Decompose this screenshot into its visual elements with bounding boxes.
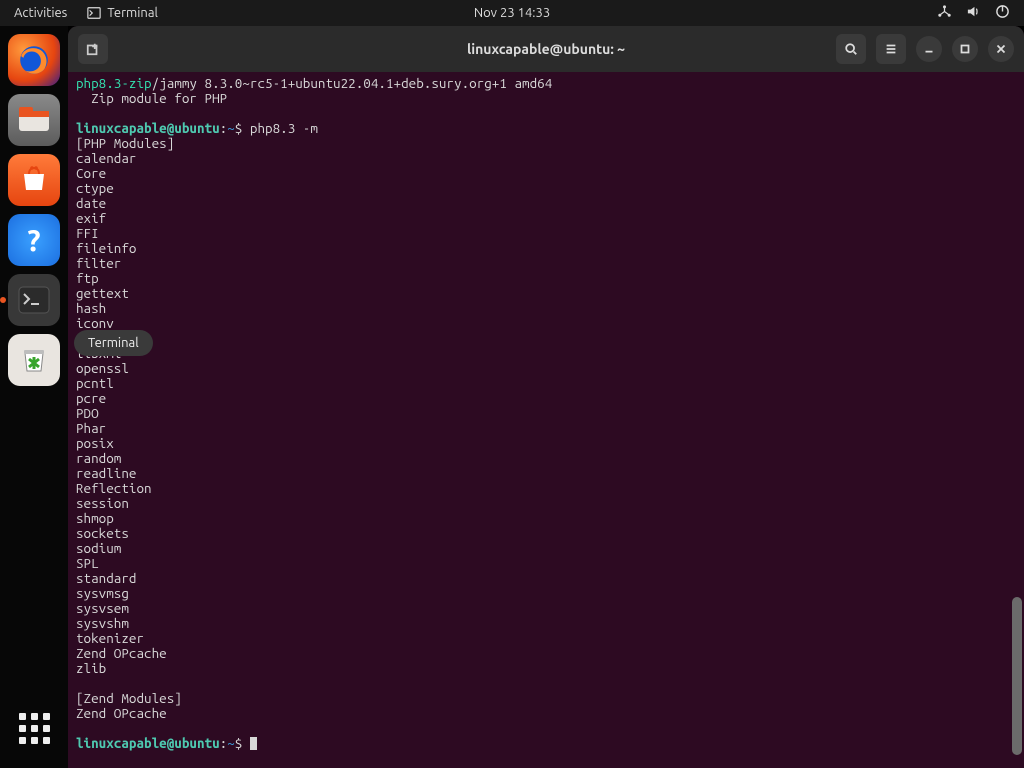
module-line: ftp	[76, 271, 1016, 286]
module-line: gettext	[76, 286, 1016, 301]
prompt-line-1: linuxcapable@ubuntu:~$ php8.3 -m	[76, 121, 1016, 136]
gnome-top-bar: Activities Terminal Nov 23 14:33	[0, 0, 1024, 26]
module-line: sysvmsg	[76, 586, 1016, 601]
module-line: Reflection	[76, 481, 1016, 496]
module-line: sysvshm	[76, 616, 1016, 631]
show-applications[interactable]	[8, 702, 60, 754]
module-line: tokenizer	[76, 631, 1016, 646]
zend-module-line: Zend OPcache	[76, 706, 1016, 721]
module-line: Zend OPcache	[76, 646, 1016, 661]
maximize-icon	[958, 42, 972, 56]
firefox-icon	[17, 43, 51, 77]
module-line: ctype	[76, 181, 1016, 196]
hamburger-icon	[884, 42, 898, 56]
new-tab-button[interactable]	[78, 34, 108, 64]
module-line: fileinfo	[76, 241, 1016, 256]
power-icon[interactable]	[995, 4, 1010, 22]
apt-output-desc: Zip module for PHP	[76, 91, 1016, 106]
blank-line	[76, 106, 1016, 121]
module-line: Phar	[76, 421, 1016, 436]
terminal-body[interactable]: php8.3-zip/jammy 8.3.0~rc5-1+ubuntu22.04…	[68, 72, 1024, 768]
terminal-small-icon	[87, 6, 101, 20]
prompt-line-2: linuxcapable@ubuntu:~$	[76, 736, 1016, 751]
hamburger-menu-button[interactable]	[876, 34, 906, 64]
module-line: iconv	[76, 316, 1016, 331]
module-line: random	[76, 451, 1016, 466]
minimize-button[interactable]	[916, 36, 942, 62]
dock-help[interactable]: ?	[8, 214, 60, 266]
dock-terminal[interactable]	[8, 274, 60, 326]
active-app-label: Terminal	[107, 6, 158, 20]
dock: ?	[0, 26, 68, 768]
module-line: exif	[76, 211, 1016, 226]
module-line: date	[76, 196, 1016, 211]
blank-line	[76, 676, 1016, 691]
module-line: sysvsem	[76, 601, 1016, 616]
terminal-window: linuxcapable@ubuntu: ~ php8.3-zip/jammy …	[68, 26, 1024, 768]
module-line: sodium	[76, 541, 1016, 556]
module-line: calendar	[76, 151, 1016, 166]
dock-software[interactable]	[8, 154, 60, 206]
terminal-scrollbar[interactable]	[1012, 101, 1022, 762]
php-modules-header: [PHP Modules]	[76, 136, 1016, 151]
module-line: SPL	[76, 556, 1016, 571]
search-button[interactable]	[836, 34, 866, 64]
shopping-bag-icon	[18, 164, 50, 196]
module-line: libxml	[76, 346, 1016, 361]
question-icon: ?	[27, 223, 40, 257]
module-line: shmop	[76, 511, 1016, 526]
blank-line	[76, 721, 1016, 736]
module-line: openssl	[76, 361, 1016, 376]
files-icon	[17, 105, 51, 135]
apt-output-line: php8.3-zip/jammy 8.3.0~rc5-1+ubuntu22.04…	[76, 76, 1016, 91]
clock[interactable]: Nov 23 14:33	[474, 6, 550, 20]
cursor	[250, 737, 257, 750]
module-line: pcre	[76, 391, 1016, 406]
window-titlebar[interactable]: linuxcapable@ubuntu: ~	[68, 26, 1024, 72]
close-icon	[994, 42, 1008, 56]
module-line: PDO	[76, 406, 1016, 421]
network-icon[interactable]	[937, 4, 952, 22]
active-app-menu[interactable]: Terminal	[87, 6, 158, 20]
module-line: filter	[76, 256, 1016, 271]
scrollbar-thumb[interactable]	[1012, 597, 1022, 756]
module-line: json	[76, 331, 1016, 346]
zend-modules-header: [Zend Modules]	[76, 691, 1016, 706]
minimize-icon	[922, 42, 936, 56]
dock-trash[interactable]	[8, 334, 60, 386]
module-line: pcntl	[76, 376, 1016, 391]
new-tab-icon	[86, 42, 100, 56]
volume-icon[interactable]	[966, 4, 981, 22]
close-button[interactable]	[988, 36, 1014, 62]
module-line: posix	[76, 436, 1016, 451]
module-line: Core	[76, 166, 1016, 181]
activities-button[interactable]: Activities	[14, 6, 67, 20]
module-line: sockets	[76, 526, 1016, 541]
window-title: linuxcapable@ubuntu: ~	[467, 41, 625, 57]
module-line: FFI	[76, 226, 1016, 241]
dock-files[interactable]	[8, 94, 60, 146]
dock-firefox[interactable]	[8, 34, 60, 86]
terminal-icon	[17, 285, 51, 315]
module-line: session	[76, 496, 1016, 511]
module-line: readline	[76, 466, 1016, 481]
module-line: zlib	[76, 661, 1016, 676]
apps-grid-icon	[19, 713, 50, 744]
trash-icon	[20, 345, 48, 375]
module-line: hash	[76, 301, 1016, 316]
search-icon	[844, 42, 858, 56]
module-line: standard	[76, 571, 1016, 586]
maximize-button[interactable]	[952, 36, 978, 62]
dock-tooltip: Terminal	[74, 330, 153, 356]
